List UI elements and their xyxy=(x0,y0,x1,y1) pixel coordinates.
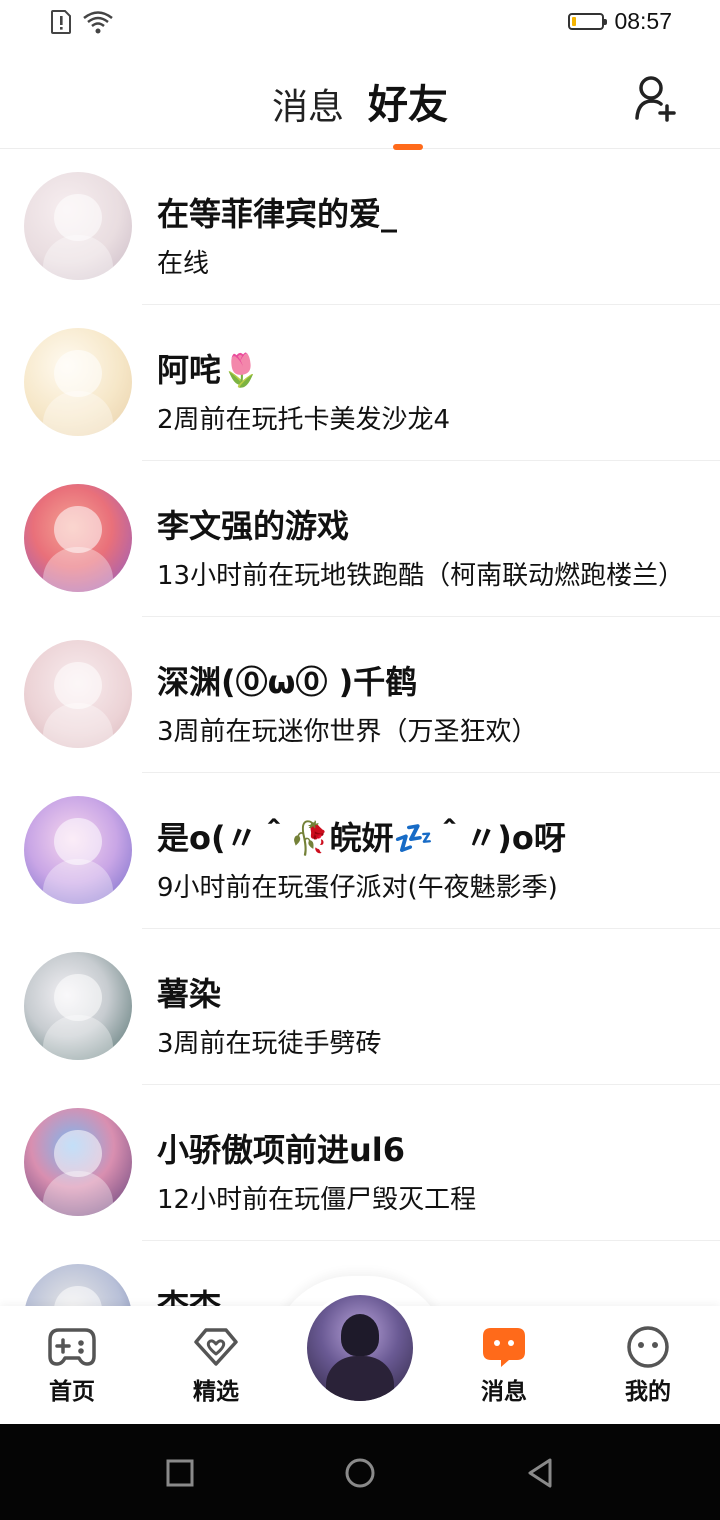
nav-messages[interactable]: 消息 xyxy=(454,1326,554,1406)
friend-name: 在等菲律宾的爱_ xyxy=(157,195,398,233)
system-nav-bar xyxy=(0,1424,720,1520)
friend-row[interactable]: 薯染 3周前在玩徒手劈砖 xyxy=(0,929,720,1085)
friend-name: 薯染 xyxy=(157,975,222,1013)
friend-name: 是o(〃＾🥀皖妍💤＾〃)o呀 xyxy=(157,819,566,857)
avatar[interactable] xyxy=(24,952,132,1060)
tab-friends-label: 好友 xyxy=(368,82,448,128)
friend-row[interactable]: 在等菲律宾的爱_ 在线 xyxy=(0,149,720,305)
friend-status: 在线 xyxy=(157,249,210,279)
chat-bubble-icon xyxy=(483,1328,525,1367)
friend-name: 李文强的游戏 xyxy=(157,507,350,545)
avatar[interactable] xyxy=(24,640,132,748)
nav-home-label: 首页 xyxy=(49,1379,95,1405)
friend-status: 9小时前在玩蛋仔派对(午夜魅影季) xyxy=(157,873,558,903)
add-friend-icon[interactable] xyxy=(634,74,678,122)
tab-messages[interactable]: 消息 xyxy=(272,78,344,150)
alert-icon xyxy=(51,10,71,34)
battery-icon xyxy=(568,13,608,30)
friend-list: 在等菲律宾的爱_ 在线 阿咤🌷 2周前在玩托卡美发沙龙4 李文强的游戏 13小时… xyxy=(0,149,720,1306)
friend-row[interactable]: 小骄傲项前进ul6 12小时前在玩僵尸毁灭工程 xyxy=(0,1085,720,1241)
header: 消息 好友 xyxy=(0,50,720,150)
friend-status: 3周前在玩迷你世界（万圣狂欢） xyxy=(157,717,538,747)
heart-badge-icon xyxy=(194,1328,238,1366)
smiley-icon xyxy=(627,1326,669,1368)
friend-row[interactable]: 是o(〃＾🥀皖妍💤＾〃)o呀 9小时前在玩蛋仔派对(午夜魅影季) xyxy=(0,773,720,929)
nav-profile-label: 我的 xyxy=(625,1379,671,1405)
wifi-icon xyxy=(83,11,113,34)
friend-name: 深渊(⓪ω⓪ )千鹤 xyxy=(157,663,418,701)
recent-apps-icon[interactable] xyxy=(163,1456,197,1490)
center-avatar-button[interactable] xyxy=(304,1292,416,1404)
avatar[interactable] xyxy=(24,1108,132,1216)
avatar[interactable] xyxy=(24,1264,132,1306)
friend-row[interactable]: 深渊(⓪ω⓪ )千鹤 3周前在玩迷你世界（万圣狂欢） xyxy=(0,617,720,773)
battery-level xyxy=(572,17,577,26)
nav-home[interactable]: 首页 xyxy=(22,1326,122,1406)
back-triangle-icon[interactable] xyxy=(523,1456,557,1490)
friend-row[interactable]: 李文强的游戏 13小时前在玩地铁跑酷（柯南联动燃跑楼兰） xyxy=(0,461,720,617)
avatar[interactable] xyxy=(24,796,132,904)
gamepad-icon xyxy=(48,1328,96,1366)
friend-status: 2周前在玩托卡美发沙龙4 xyxy=(157,405,451,435)
avatar[interactable] xyxy=(24,484,132,592)
avatar[interactable] xyxy=(24,328,132,436)
friend-status: 3周前在玩徒手劈砖 xyxy=(157,1029,382,1059)
friend-name: 杳杳 xyxy=(157,1287,222,1306)
friend-status: 13小时前在玩地铁跑酷（柯南联动燃跑楼兰） xyxy=(157,561,685,591)
nav-profile[interactable]: 我的 xyxy=(598,1326,698,1406)
home-circle-icon[interactable] xyxy=(343,1456,377,1490)
friend-row[interactable]: 阿咤🌷 2周前在玩托卡美发沙龙4 xyxy=(0,305,720,461)
friend-name: 阿咤🌷 xyxy=(157,351,261,389)
friend-name: 小骄傲项前进ul6 xyxy=(157,1131,406,1169)
nav-messages-label: 消息 xyxy=(481,1379,527,1405)
tab-messages-label: 消息 xyxy=(271,87,344,128)
tab-bar: 消息 好友 xyxy=(0,72,720,150)
nav-featured[interactable]: 精选 xyxy=(166,1326,266,1406)
clock: 08:57 xyxy=(614,8,672,34)
friend-status: 12小时前在玩僵尸毁灭工程 xyxy=(157,1185,477,1215)
nav-featured-label: 精选 xyxy=(193,1379,239,1405)
tab-friends[interactable]: 好友 xyxy=(368,72,448,150)
avatar[interactable] xyxy=(24,172,132,280)
status-bar: 08:57 xyxy=(0,0,720,50)
